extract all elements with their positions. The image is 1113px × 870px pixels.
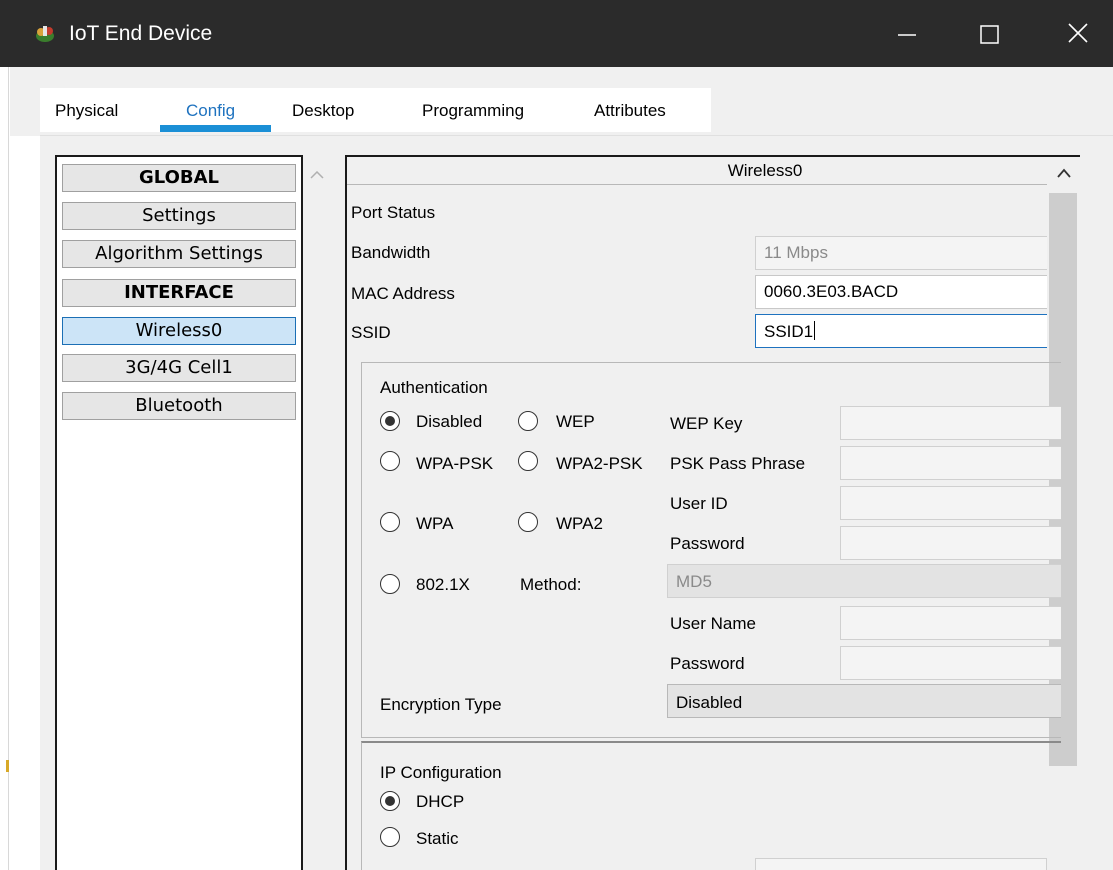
- radio-wpa2[interactable]: [518, 512, 538, 532]
- nav-item-bluetooth[interactable]: Bluetooth: [62, 392, 296, 420]
- user-name-label: User Name: [670, 614, 756, 633]
- radio-802-1x-label: 802.1X: [416, 575, 470, 594]
- authentication-title: Authentication: [380, 378, 488, 397]
- scroll-up-icon: [310, 171, 324, 179]
- text-caret: [814, 321, 816, 340]
- nav-scrollbar[interactable]: [303, 155, 330, 870]
- nav-item-3g4g-cell1[interactable]: 3G/4G Cell1: [62, 354, 296, 382]
- method-label: Method:: [520, 575, 582, 594]
- title-bar: IoT End Device: [0, 0, 1113, 67]
- bandwidth-label: Bandwidth: [351, 243, 431, 262]
- encryption-type-select[interactable]: Disabled: [667, 684, 1061, 718]
- psk-pass-phrase-field[interactable]: [840, 446, 1061, 480]
- ip-configuration-group: [361, 741, 1061, 870]
- radio-dhcp[interactable]: [380, 791, 400, 811]
- interface-header: Wireless0: [347, 157, 1047, 185]
- password-field[interactable]: [840, 526, 1061, 560]
- user-name-field[interactable]: [840, 606, 1061, 640]
- nav-item-algorithm-settings[interactable]: Algorithm Settings: [62, 240, 296, 268]
- active-tab-indicator: [160, 125, 271, 132]
- interface-title: Wireless0: [727, 161, 803, 180]
- radio-wpa-psk-label: WPA-PSK: [416, 454, 494, 473]
- ip-configuration-title: IP Configuration: [380, 763, 502, 782]
- radio-static[interactable]: [380, 827, 400, 847]
- window-edge-line: [8, 67, 9, 870]
- config-nav-list: GLOBAL Settings Algorithm Settings INTER…: [55, 155, 303, 870]
- radio-wep-label: WEP: [556, 412, 595, 431]
- tab-physical[interactable]: Physical: [55, 101, 118, 121]
- ssid-label: SSID: [351, 323, 391, 342]
- maximize-icon: [980, 25, 999, 44]
- maximize-button[interactable]: [952, 0, 1026, 67]
- nav-header-interface: INTERFACE: [62, 279, 296, 307]
- radio-wpa-psk[interactable]: [380, 451, 400, 471]
- password2-label: Password: [670, 654, 745, 673]
- radio-wpa-label: WPA: [416, 514, 454, 533]
- close-icon: [1068, 23, 1088, 43]
- tab-config[interactable]: Config: [186, 101, 235, 121]
- nav-header-global: GLOBAL: [62, 164, 296, 192]
- bandwidth-field: 11 Mbps: [755, 236, 1047, 270]
- radio-wpa[interactable]: [380, 512, 400, 532]
- mac-address-label: MAC Address: [351, 284, 455, 303]
- iot-device-icon: [34, 24, 56, 44]
- port-status-label: Port Status: [351, 203, 436, 222]
- psk-pass-phrase-label: PSK Pass Phrase: [670, 454, 806, 473]
- radio-wpa2-psk[interactable]: [518, 451, 538, 471]
- wep-key-field[interactable]: [840, 406, 1061, 440]
- user-id-label: User ID: [670, 494, 728, 513]
- tab-desktop[interactable]: Desktop: [292, 101, 354, 121]
- nav-item-wireless0[interactable]: Wireless0: [62, 317, 296, 345]
- close-button[interactable]: [1040, 0, 1113, 67]
- radio-wpa2-label: WPA2: [556, 514, 603, 533]
- wep-key-label: WEP Key: [670, 414, 743, 433]
- mac-address-field[interactable]: 0060.3E03.BACD: [755, 275, 1047, 309]
- scroll-up-icon[interactable]: [1056, 168, 1072, 178]
- radio-wpa2-psk-label: WPA2-PSK: [556, 454, 643, 473]
- radio-802-1x[interactable]: [380, 574, 400, 594]
- divider: [40, 135, 1113, 136]
- password2-field[interactable]: [840, 646, 1061, 680]
- radio-wep[interactable]: [518, 411, 538, 431]
- method-select[interactable]: MD5: [667, 564, 1061, 598]
- radio-disabled[interactable]: [380, 411, 400, 431]
- user-id-field[interactable]: [840, 486, 1061, 520]
- password-label: Password: [670, 534, 745, 553]
- tab-attributes[interactable]: Attributes: [594, 101, 666, 121]
- minimize-icon: [898, 34, 916, 36]
- radio-dhcp-label: DHCP: [416, 792, 465, 811]
- nav-item-settings[interactable]: Settings: [62, 202, 296, 230]
- window-title: IoT End Device: [69, 22, 213, 45]
- ssid-value: SSID1: [764, 322, 814, 341]
- edge-marker: [6, 760, 9, 772]
- ssid-input[interactable]: SSID1: [755, 314, 1047, 348]
- minimize-button[interactable]: [868, 0, 942, 67]
- radio-disabled-label: Disabled: [416, 412, 483, 431]
- tab-programming[interactable]: Programming: [422, 101, 524, 121]
- ip-address-field: [755, 858, 1047, 870]
- encryption-type-label: Encryption Type: [380, 695, 502, 714]
- radio-static-label: Static: [416, 829, 459, 848]
